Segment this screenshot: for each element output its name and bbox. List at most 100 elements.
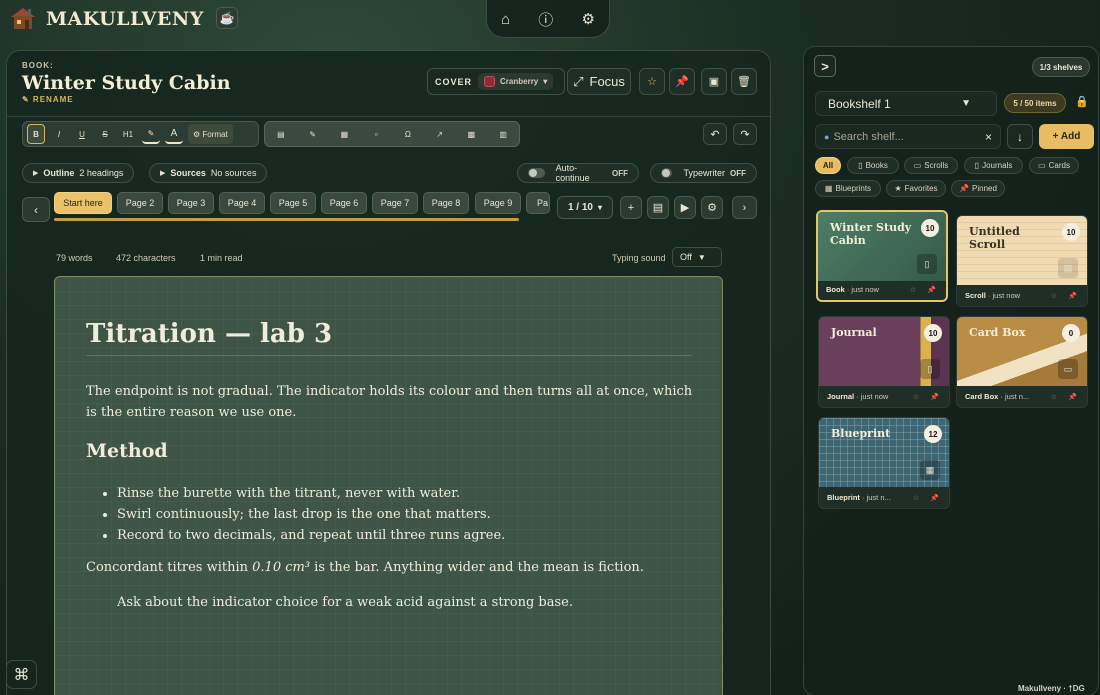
filter-journals[interactable]: ▯ Journals [964,157,1023,174]
add-button[interactable]: + Add [1039,124,1094,149]
editor-header: BOOK: Winter Study Cabin ✎ RENAME COVER … [7,51,770,117]
lock-icon[interactable]: 🔒 [1075,95,1089,108]
chevron-down-icon: ▾ [598,203,603,212]
triangle-right-icon: ▶ [33,170,39,177]
shelf-card-book[interactable]: Winter Study Cabin 10 ▯ Book · just now … [816,210,948,302]
pin-icon[interactable]: 📌 [927,286,936,294]
settings-gear-icon[interactable]: ⚙ [581,10,594,28]
filter-label: Pinned [972,184,997,193]
filter-cards[interactable]: ▭ Cards [1029,157,1079,174]
pin-icon[interactable]: 📌 [930,494,939,502]
pin-icon[interactable]: 📌 [1068,292,1077,300]
toggle-switch[interactable] [528,168,545,178]
filter-all[interactable]: All [815,157,841,174]
pin-icon[interactable]: 📌 [930,393,939,401]
trash-icon[interactable]: 🗑 [731,68,757,95]
card-title: Journal [831,326,877,339]
page-tab[interactable]: Start here [54,192,112,214]
pin-icon[interactable]: 📌 [669,68,695,95]
filter-books[interactable]: ▯ Books [847,157,899,174]
outline-toggle[interactable]: ▶ Outline 2 headings [22,163,135,183]
table-icon[interactable]: ▦ [335,124,353,144]
prev-page-button[interactable]: ‹ [22,197,50,222]
page-tab[interactable]: Pa [526,192,550,214]
pin-icon[interactable]: 📌 [1068,393,1077,401]
auto-continue-toggle[interactable]: Auto-continue OFF [517,163,639,183]
add-page-icon[interactable]: + [620,196,642,219]
shelf-card-journal[interactable]: Journal 10 ▯ Journal · just now ☆ 📌 [818,316,950,408]
home-icon[interactable]: ⌂ [501,11,510,28]
link-icon[interactable]: ↗ [431,124,449,144]
command-palette-icon[interactable]: ⌘ [6,660,37,689]
heading-button[interactable]: H1 [119,124,137,144]
text-color-icon[interactable]: A [165,124,183,144]
highlighter-icon[interactable]: ✎ [142,124,160,144]
settings-icon[interactable]: ⚙ [701,196,723,219]
page-tab[interactable]: Page 9 [475,192,521,214]
typewriter-toggle[interactable]: Typewriter OFF [650,163,757,183]
search-input[interactable] [833,130,981,143]
filter-favorites[interactable]: ★ Favorites [886,180,946,197]
rename-button[interactable]: ✎ RENAME [22,95,74,104]
clear-icon[interactable]: × [985,130,992,144]
sources-value: No sources [210,168,257,178]
notes-icon[interactable]: ▥ [494,124,512,144]
italic-button[interactable]: I [50,124,68,144]
typing-sound-label: Typing sound [612,253,666,263]
sort-download-icon[interactable]: ↓ [1007,124,1033,149]
strike-button[interactable]: S [96,124,114,144]
omega-icon[interactable]: Ω [399,124,417,144]
shelf-card-card-box[interactable]: Card Box 0 ▭ Card Box · just n... ☆ 📌 [956,316,1088,408]
page-tab[interactable]: Page 5 [270,192,316,214]
format-menu-button[interactable]: ⚙ Format [188,124,233,144]
frame-icon[interactable]: ▫ [367,124,385,144]
info-icon[interactable]: ⓘ [538,9,553,30]
page-counter: 1 / 10 [567,202,593,213]
archive-icon[interactable]: ▣ [701,68,727,95]
filter-scrolls[interactable]: ▭ Scrolls [904,157,958,174]
shelf-card-blueprint[interactable]: Blueprint 12 ▦ Blueprint · just n... ☆ 📌 [818,417,950,509]
typewriter-state: OFF [730,168,746,178]
card-type: Scroll [965,291,986,300]
page-tab[interactable]: Page 4 [219,192,265,214]
play-icon[interactable]: ▶ [674,196,696,219]
redo-icon[interactable]: ↷ [733,123,757,145]
underline-button[interactable]: U [73,124,91,144]
next-page-button[interactable]: › [732,196,757,219]
typing-sound-select[interactable]: Off ▼ [672,247,722,267]
document-page[interactable]: Titration — lab 3 The endpoint is not gr… [54,276,723,695]
bold-button[interactable]: B [27,124,45,144]
star-icon[interactable]: ☆ [913,494,919,502]
page-tab[interactable]: Page 8 [423,192,469,214]
clipboard-icon[interactable]: ▤ [272,124,290,144]
star-icon[interactable]: ☆ [639,68,665,95]
shelf-card-scroll[interactable]: Untitled Scroll 10 ▤ Scroll · just now ☆… [956,215,1088,307]
star-icon[interactable]: ☆ [1051,292,1057,300]
ink-pot-icon[interactable]: ☕ [216,7,238,29]
doc-text: Concordant titres within [86,560,253,575]
filter-pinned[interactable]: 📌 Pinned [951,180,1005,197]
cover-dropdown[interactable]: Cranberry ▾ [478,73,554,90]
page-tab[interactable]: Page 6 [321,192,367,214]
filter-blueprints[interactable]: ▦ Blueprints [815,180,881,197]
document-icon[interactable]: ▤ [647,196,669,219]
focus-button[interactable]: ⤢ Focus [567,68,631,95]
grid-icon[interactable]: ▩ [462,124,480,144]
card-page-count: 10 [924,324,942,342]
cover-label: COVER [435,76,473,87]
star-icon[interactable]: ☆ [910,286,916,294]
sources-toggle[interactable]: ▶ Sources No sources [149,163,268,183]
page-tab[interactable]: Page 3 [168,192,214,214]
collapse-shelf-button[interactable]: > [814,55,836,77]
toggle-switch[interactable] [661,168,673,178]
shelf-select[interactable]: Bookshelf 1 ▼ [815,91,997,116]
pen-icon[interactable]: ✎ [304,124,322,144]
pin-icon: 📌 [959,184,970,193]
undo-icon[interactable]: ↶ [703,123,727,145]
star-icon[interactable]: ☆ [1051,393,1057,401]
page-counter-dropdown[interactable]: 1 / 10 ▾ [557,196,613,219]
insert-toolbar: ▤ ✎ ▦ ▫ Ω ↗ ▩ ▥ [264,121,520,147]
page-tab[interactable]: Page 2 [117,192,163,214]
page-tab[interactable]: Page 7 [372,192,418,214]
star-icon[interactable]: ☆ [913,393,919,401]
